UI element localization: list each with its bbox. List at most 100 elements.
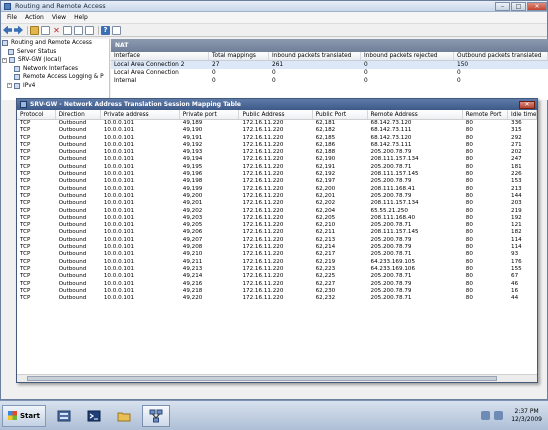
table-row[interactable]: TCP Outbound 10.0.0.101 49,200 172.16.11.220… bbox=[17, 193, 537, 200]
column-header-interface[interactable]: Interface bbox=[111, 52, 209, 60]
console-icon[interactable] bbox=[112, 25, 121, 35]
tree-item-ipv4[interactable]: - IPv4 bbox=[2, 82, 109, 91]
table-row[interactable]: TCP Outbound 10.0.0.101 49,195 172.16.11.220… bbox=[17, 164, 537, 171]
table-row[interactable]: TCP Outbound 10.0.0.101 49,201 172.16.11.220… bbox=[17, 200, 537, 207]
nat-row[interactable]: Internal 0 0 0 0 bbox=[111, 77, 548, 85]
cell-remote-port: 80 bbox=[465, 178, 473, 185]
table-row[interactable]: TCP Outbound 10.0.0.101 49,189 172.16.11.220… bbox=[17, 120, 537, 127]
tree-item-network-interfaces[interactable]: Network Interfaces bbox=[2, 65, 109, 74]
table-row[interactable]: TCP Outbound 10.0.0.101 49,216 172.16.11.220… bbox=[17, 281, 537, 288]
up-folder-icon[interactable] bbox=[30, 25, 39, 35]
cell-direction: Outbound bbox=[58, 295, 87, 302]
network-tray-icon[interactable] bbox=[481, 411, 491, 420]
export-list-icon[interactable] bbox=[85, 25, 94, 35]
menu-help[interactable]: Help bbox=[70, 14, 92, 21]
help-icon[interactable]: ? bbox=[101, 25, 110, 35]
cell-protocol: TCP bbox=[20, 251, 31, 258]
table-row[interactable]: TCP Outbound 10.0.0.101 49,207 172.16.11.220… bbox=[17, 237, 537, 244]
refresh-icon[interactable] bbox=[74, 25, 83, 35]
table-row[interactable]: TCP Outbound 10.0.0.101 49,194 172.16.11.220… bbox=[17, 156, 537, 163]
table-row[interactable]: TCP Outbound 10.0.0.101 49,218 172.16.11.220… bbox=[17, 288, 537, 295]
nat-row[interactable]: Local Area Connection 2 27 261 0 150 bbox=[111, 61, 548, 69]
taskbar-explorer[interactable] bbox=[112, 405, 136, 427]
cell-idle-time: 213 bbox=[511, 185, 522, 192]
column-header-public-port[interactable]: Public Port bbox=[313, 110, 368, 119]
properties-icon[interactable] bbox=[63, 25, 72, 35]
table-row[interactable]: TCP Outbound 10.0.0.101 49,220 172.16.11.220… bbox=[17, 295, 537, 302]
table-row[interactable]: TCP Outbound 10.0.0.101 49,213 172.16.11.220… bbox=[17, 266, 537, 273]
tree-item-routing[interactable]: Routing and Remote Access bbox=[2, 39, 109, 48]
table-row[interactable]: TCP Outbound 10.0.0.101 49,199 172.16.11.220… bbox=[17, 186, 537, 193]
cell-remote-port: 80 bbox=[465, 134, 473, 141]
start-button[interactable]: Start bbox=[2, 404, 46, 427]
table-row[interactable]: TCP Outbound 10.0.0.101 49,196 172.16.11.220… bbox=[17, 171, 537, 178]
table-row[interactable]: TCP Outbound 10.0.0.101 49,191 172.16.11.220… bbox=[17, 135, 537, 142]
cell-remote-address: 205.200.78.79 bbox=[370, 192, 412, 199]
menu-view[interactable]: View bbox=[48, 14, 70, 21]
cell-public-port: 62,210 bbox=[315, 222, 336, 229]
column-header-idle-time[interactable]: Idle time bbox=[508, 110, 538, 119]
table-row[interactable]: TCP Outbound 10.0.0.101 49,203 172.16.11.220… bbox=[17, 215, 537, 222]
column-header-outbound-translated[interactable]: Outbound packets translated bbox=[454, 52, 548, 60]
minimize-button[interactable]: – bbox=[495, 1, 510, 11]
table-row[interactable]: TCP Outbound 10.0.0.101 49,190 172.16.11.220… bbox=[17, 127, 537, 134]
cell-private-port: 49,207 bbox=[182, 236, 203, 243]
table-row[interactable]: TCP Outbound 10.0.0.101 49,193 172.16.11.220… bbox=[17, 149, 537, 156]
column-header-remote-address[interactable]: Remote Address bbox=[368, 110, 463, 119]
back-icon[interactable] bbox=[3, 25, 12, 35]
table-row[interactable]: TCP Outbound 10.0.0.101 49,206 172.16.11.220… bbox=[17, 229, 537, 236]
column-header-inbound-rejected[interactable]: Inbound packets rejected bbox=[361, 52, 454, 60]
cell-private-address: 10.0.0.101 bbox=[103, 156, 135, 163]
column-header-private-port[interactable]: Private port bbox=[180, 110, 240, 119]
cell-private-port: 49,190 bbox=[182, 127, 203, 134]
tree-item-logging[interactable]: Remote Access Logging & P bbox=[2, 73, 109, 82]
horizontal-scrollbar[interactable] bbox=[17, 374, 537, 382]
table-row[interactable]: TCP Outbound 10.0.0.101 49,205 172.16.11.220… bbox=[17, 222, 537, 229]
close-button[interactable]: ✕ bbox=[527, 1, 547, 11]
table-row[interactable]: TCP Outbound 10.0.0.101 49,198 172.16.11.220… bbox=[17, 178, 537, 185]
scrollbar-thumb[interactable] bbox=[27, 376, 497, 381]
collapse-icon[interactable]: - bbox=[7, 83, 12, 89]
collapse-icon[interactable]: - bbox=[2, 57, 7, 63]
forward-icon[interactable] bbox=[14, 26, 23, 35]
column-header-total-mappings[interactable]: Total mappings bbox=[209, 52, 269, 60]
tree-item-server-status[interactable]: Server Status bbox=[2, 48, 109, 57]
nat-row[interactable]: Local Area Connection 0 0 0 0 bbox=[111, 69, 548, 77]
cell-public-address: 172.16.11.220 bbox=[242, 214, 284, 221]
table-row[interactable]: TCP Outbound 10.0.0.101 49,210 172.16.11.220… bbox=[17, 251, 537, 258]
interface-name: Local Area Connection 2 bbox=[114, 62, 185, 68]
delete-icon[interactable]: ✕ bbox=[52, 26, 61, 35]
cell-public-port: 62,213 bbox=[315, 236, 336, 243]
column-header-protocol[interactable]: Protocol bbox=[17, 110, 56, 119]
title-bar[interactable]: Routing and Remote Access – □ ✕ bbox=[1, 1, 547, 12]
table-row[interactable]: TCP Outbound 10.0.0.101 49,208 172.16.11.220… bbox=[17, 244, 537, 251]
column-header-remote-port[interactable]: Remote Port bbox=[463, 110, 509, 119]
taskbar-server-manager[interactable] bbox=[52, 405, 76, 427]
dialog-close-button[interactable]: ✕ bbox=[519, 100, 535, 109]
cell-remote-address: 208.111.157.134 bbox=[370, 200, 419, 207]
cell-public-port: 62,211 bbox=[315, 229, 336, 236]
column-header-private-address[interactable]: Private address bbox=[101, 110, 180, 119]
column-header-public-address[interactable]: Public Address bbox=[239, 110, 313, 119]
menu-file[interactable]: File bbox=[3, 14, 21, 21]
table-row[interactable]: TCP Outbound 10.0.0.101 49,192 172.16.11.220… bbox=[17, 142, 537, 149]
taskbar-powershell[interactable] bbox=[82, 405, 106, 427]
maximize-button[interactable]: □ bbox=[511, 1, 526, 11]
clock[interactable]: 2:37 PM 12/3/2009 bbox=[511, 408, 542, 424]
table-row[interactable]: TCP Outbound 10.0.0.101 49,202 172.16.11.220… bbox=[17, 208, 537, 215]
cell-remote-address: 68.142.73.111 bbox=[370, 127, 412, 134]
taskbar-routing-remote-access[interactable] bbox=[141, 404, 170, 427]
tree-item-srv-gw[interactable]: - SRV-GW (local) bbox=[2, 56, 109, 65]
show-hide-tree-icon[interactable] bbox=[41, 25, 50, 35]
dialog-title-bar[interactable]: SRV-GW - Network Address Translation Ses… bbox=[17, 99, 537, 110]
cell-direction: Outbound bbox=[58, 178, 87, 185]
column-header-inbound-translated[interactable]: Inbound packets translated bbox=[269, 52, 361, 60]
cell-protocol: TCP bbox=[20, 149, 31, 156]
cell-idle-time: 181 bbox=[511, 163, 522, 170]
table-row[interactable]: TCP Outbound 10.0.0.101 49,214 172.16.11.220… bbox=[17, 273, 537, 280]
pane-header: NAT bbox=[111, 39, 548, 52]
volume-tray-icon[interactable] bbox=[494, 411, 504, 420]
menu-action[interactable]: Action bbox=[21, 14, 48, 21]
column-header-direction[interactable]: Direction bbox=[56, 110, 101, 119]
table-row[interactable]: TCP Outbound 10.0.0.101 49,211 172.16.11.220… bbox=[17, 259, 537, 266]
